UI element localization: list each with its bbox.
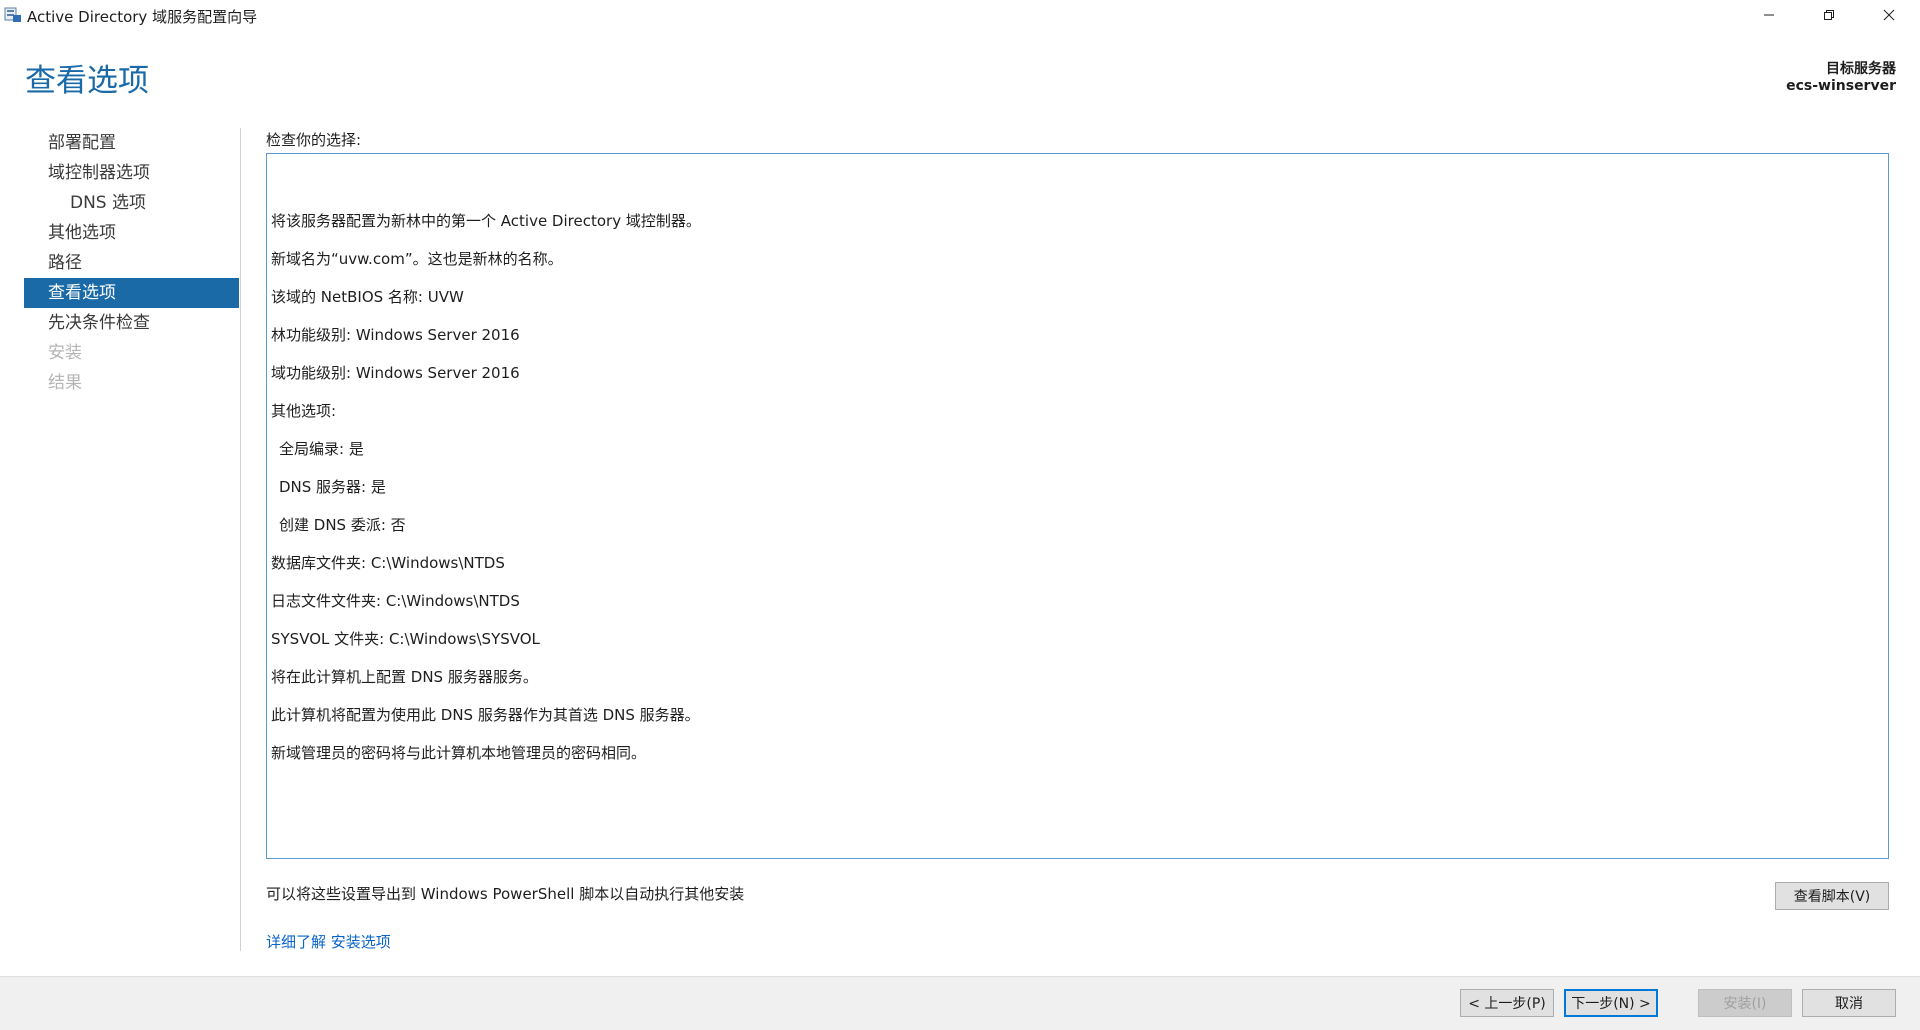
server-icon (4, 6, 22, 23)
minimize-button[interactable] (1746, 0, 1792, 30)
nav-item-prerequisites-check[interactable]: 先决条件检查 (24, 308, 239, 338)
review-line: SYSVOL 文件夹: C:\Windows\SYSVOL (271, 630, 540, 648)
target-server-name: ecs-winserver (1786, 78, 1896, 94)
review-line: 新域管理员的密码将与此计算机本地管理员的密码相同。 (271, 744, 647, 762)
review-line: DNS 服务器: 是 (279, 478, 386, 496)
install-button: 安装(I) (1698, 989, 1792, 1017)
restore-button[interactable] (1806, 0, 1852, 30)
nav-item-deployment-config[interactable]: 部署配置 (24, 128, 239, 158)
review-line: 新域名为“uvw.com”。这也是新林的名称。 (271, 250, 563, 268)
minimize-icon (1764, 14, 1774, 16)
export-script-text: 可以将这些设置导出到 Windows PowerShell 脚本以自动执行其他安… (266, 885, 745, 903)
review-line: 将在此计算机上配置 DNS 服务器服务。 (271, 668, 538, 686)
close-icon (1883, 9, 1895, 21)
review-line: 该域的 NetBIOS 名称: UVW (271, 288, 464, 306)
review-line: 域功能级别: Windows Server 2016 (271, 364, 520, 382)
review-line: 其他选项: (271, 402, 337, 420)
nav-item-dc-options[interactable]: 域控制器选项 (24, 158, 239, 188)
page-title: 查看选项 (25, 63, 149, 99)
next-button[interactable]: 下一步(N) > (1564, 989, 1658, 1017)
title-bar: Active Directory 域服务配置向导 (0, 0, 1920, 30)
review-label: 检查你的选择: (266, 131, 362, 149)
close-button[interactable] (1866, 0, 1912, 30)
review-line: 此计算机将配置为使用此 DNS 服务器作为其首选 DNS 服务器。 (271, 706, 700, 724)
nav-item-dns-options[interactable]: DNS 选项 (24, 188, 239, 218)
target-server-label: 目标服务器 (1826, 61, 1896, 77)
nav-divider (240, 128, 241, 951)
review-line: 林功能级别: Windows Server 2016 (271, 326, 520, 344)
nav-item-installation: 安装 (48, 343, 82, 363)
window-title: Active Directory 域服务配置向导 (27, 8, 258, 26)
review-line: 数据库文件夹: C:\Windows\NTDS (271, 554, 505, 572)
wizard-nav: 部署配置 域控制器选项 DNS 选项 其他选项 路径 查看选项 先决条件检查 安… (24, 128, 239, 398)
nav-item-additional-options[interactable]: 其他选项 (24, 218, 239, 248)
review-line: 日志文件文件夹: C:\Windows\NTDS (271, 592, 520, 610)
learn-more-link[interactable]: 详细了解 安装选项 (266, 931, 391, 952)
nav-item-paths[interactable]: 路径 (24, 248, 239, 278)
cancel-button[interactable]: 取消 (1802, 989, 1896, 1017)
previous-button[interactable]: < 上一步(P) (1460, 989, 1554, 1017)
nav-item-results: 结果 (48, 373, 82, 393)
wizard-footer: < 上一步(P) 下一步(N) > 安装(I) 取消 (0, 976, 1920, 1030)
view-script-button[interactable]: 查看脚本(V) (1775, 882, 1889, 910)
restore-icon (1824, 10, 1834, 20)
review-line: 全局编录: 是 (279, 440, 364, 458)
review-textbox[interactable]: 将该服务器配置为新林中的第一个 Active Directory 域控制器。 新… (266, 153, 1889, 859)
review-line: 创建 DNS 委派: 否 (279, 516, 406, 534)
nav-item-review-options[interactable]: 查看选项 (24, 278, 239, 308)
review-line: 将该服务器配置为新林中的第一个 Active Directory 域控制器。 (271, 212, 701, 230)
